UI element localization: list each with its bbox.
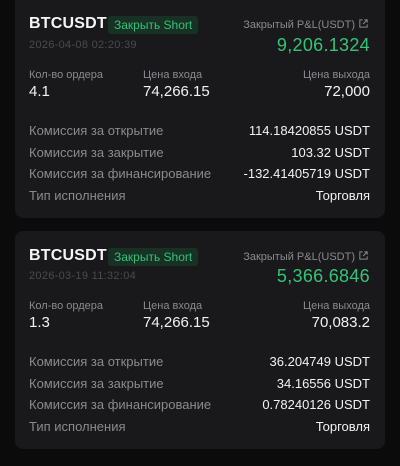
qty-value: 4.1 xyxy=(29,83,50,100)
closed-pnl-label[interactable]: Закрытый P&L(USDT) xyxy=(243,250,369,263)
qty-value: 1.3 xyxy=(29,314,50,331)
trade-card[interactable]: BTCUSDT Закрыть Short Закрытый P&L(USDT)… xyxy=(15,0,385,218)
exec-type-label: Тип исполнения xyxy=(29,188,126,203)
open-fee-label: Комиссия за открытие xyxy=(29,354,164,369)
closed-pnl-value: 5,366.6846 xyxy=(276,266,370,286)
entry-price-value: 74,266.15 xyxy=(143,83,210,100)
entry-price-value: 74,266.15 xyxy=(143,314,210,331)
exec-type-label: Тип исполнения xyxy=(29,419,126,434)
trade-timestamp: 2026-03-19 11:32:04 xyxy=(29,270,137,282)
open-fee-value: 36.204749 USDT xyxy=(269,354,370,369)
open-fee-label: Комиссия за открытие xyxy=(29,123,164,138)
exit-price-value: 72,000 xyxy=(324,83,370,100)
funding-fee-label: Комиссия за финансирование xyxy=(29,166,212,181)
exec-type-value: Торговля xyxy=(315,419,370,434)
qty-label: Кол-во ордера xyxy=(29,300,104,312)
trade-symbol: BTCUSDT xyxy=(29,15,107,32)
external-link-icon[interactable] xyxy=(358,250,369,261)
funding-fee-value: 0.78240126 USDT xyxy=(262,397,370,412)
trade-symbol: BTCUSDT xyxy=(29,247,107,264)
exit-price-value: 70,083.2 xyxy=(311,314,370,331)
funding-fee-value: -132.41405719 USDT xyxy=(243,166,370,181)
side-badge: Закрыть Short xyxy=(108,248,199,266)
exit-price-label: Цена выхода xyxy=(302,69,370,81)
close-fee-label: Комиссия за закрытие xyxy=(29,145,164,160)
open-fee-value: 114.18420855 USDT xyxy=(248,123,370,138)
closed-pnl-label-text: Закрытый P&L(USDT) xyxy=(243,19,355,31)
trade-timestamp: 2026-04-08 02:20:39 xyxy=(29,39,137,51)
exec-type-value: Торговля xyxy=(315,188,370,203)
closed-pnl-label[interactable]: Закрытый P&L(USDT) xyxy=(243,18,369,31)
close-fee-value: 103.32 USDT xyxy=(291,145,370,160)
entry-price-label: Цена входа xyxy=(143,300,203,312)
external-link-icon[interactable] xyxy=(358,18,369,29)
closed-pnl-value: 9,206.1324 xyxy=(276,35,370,55)
exit-price-label: Цена выхода xyxy=(302,300,370,312)
close-fee-label: Комиссия за закрытие xyxy=(29,376,164,391)
side-badge: Закрыть Short xyxy=(108,16,199,34)
qty-label: Кол-во ордера xyxy=(29,69,104,81)
trade-card[interactable]: BTCUSDT Закрыть Short Закрытый P&L(USDT)… xyxy=(15,231,385,449)
entry-price-label: Цена входа xyxy=(143,69,203,81)
funding-fee-label: Комиссия за финансирование xyxy=(29,397,212,412)
close-fee-value: 34.16556 USDT xyxy=(276,376,370,391)
closed-pnl-label-text: Закрытый P&L(USDT) xyxy=(243,251,355,263)
